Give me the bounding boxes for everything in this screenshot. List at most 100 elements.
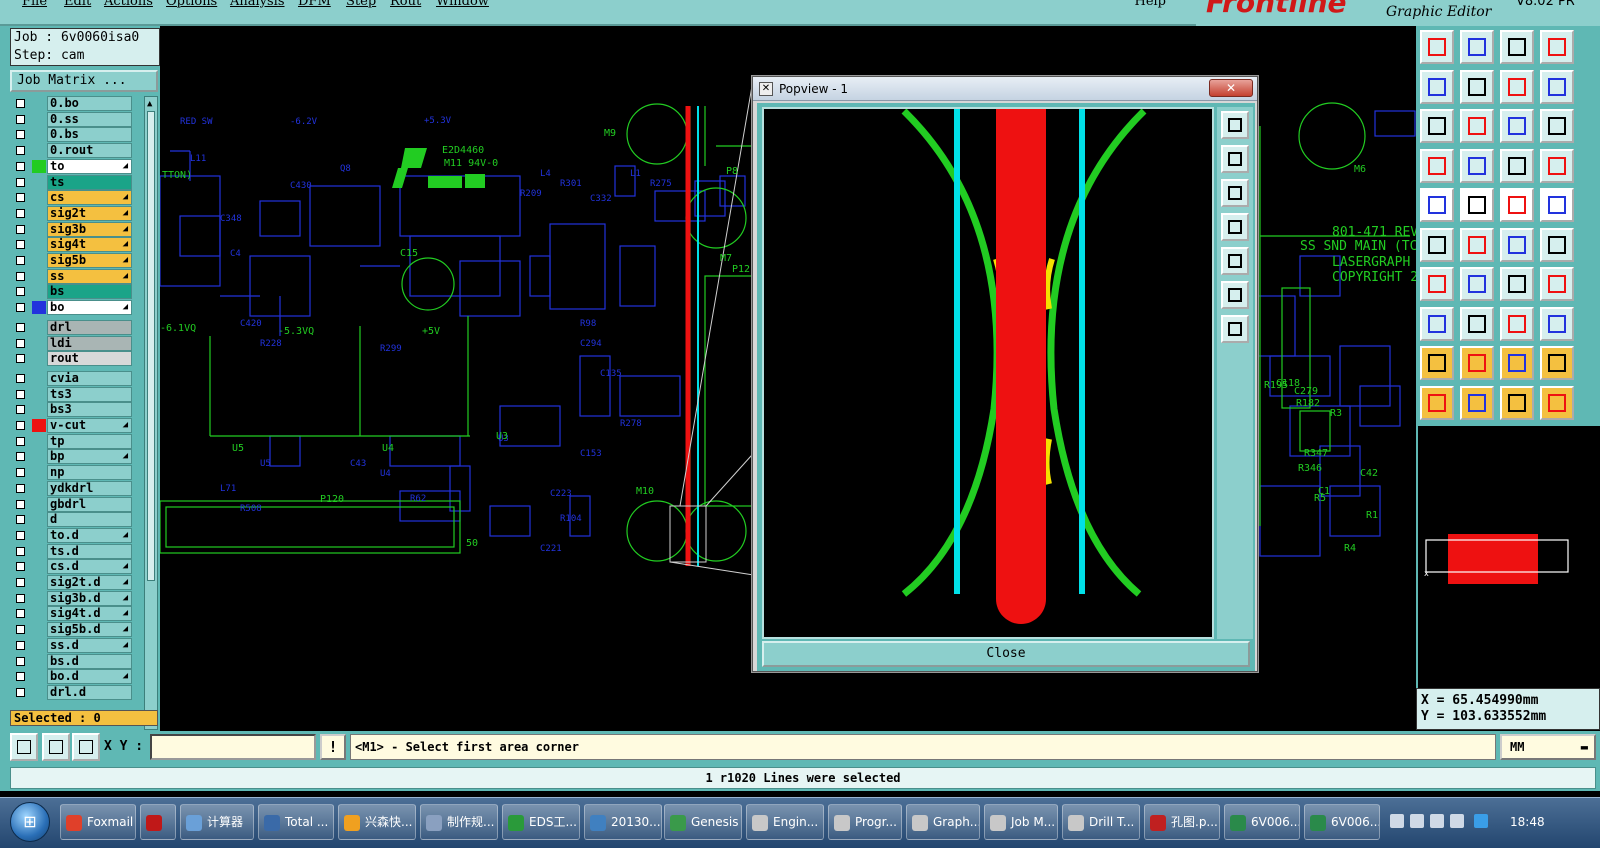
layer-affected-checkbox[interactable]: [16, 114, 25, 124]
layer-affected-checkbox[interactable]: [16, 546, 25, 556]
layer-affected-checkbox[interactable]: [16, 609, 25, 619]
draw-tool-button[interactable]: [1460, 267, 1494, 301]
popview-zoom-in-button[interactable]: [1221, 281, 1249, 309]
cut-tool-button[interactable]: [1460, 188, 1494, 222]
layer-affected-checkbox[interactable]: [16, 130, 25, 140]
layer-name[interactable]: 0.ss: [47, 111, 132, 127]
snap-tool-button[interactable]: [1500, 227, 1534, 262]
taskbar-button[interactable]: 20130...: [584, 804, 662, 840]
layer-list-scrollbar[interactable]: ▲ ▼: [144, 96, 158, 730]
prev-tool-button[interactable]: [1420, 69, 1454, 104]
text-a-red-tool-button[interactable]: [1500, 346, 1534, 380]
taskbar-clock[interactable]: 18:48: [1510, 804, 1545, 840]
fit-tool-button[interactable]: [1420, 109, 1454, 143]
layer-affected-checkbox[interactable]: [16, 672, 25, 682]
frontline-tool-button[interactable]: [1540, 267, 1574, 301]
taskbar-button[interactable]: [140, 804, 176, 840]
layer-row[interactable]: 0.bo: [10, 96, 132, 111]
arc-tool-button[interactable]: [1540, 227, 1574, 262]
volume-icon[interactable]: [1430, 814, 1444, 828]
layer-name[interactable]: ldi: [47, 335, 132, 351]
layer-name[interactable]: bs: [47, 284, 132, 300]
measure-tool-button[interactable]: [1500, 306, 1534, 341]
popview-pan-down-button[interactable]: [1221, 179, 1249, 207]
layer-row[interactable]: v-cut ◢: [10, 418, 132, 433]
layer-name[interactable]: 0.bs: [47, 127, 132, 143]
layer-row[interactable]: 0.bs: [10, 127, 132, 143]
layer-color-swatch[interactable]: [32, 159, 46, 173]
scroll-thumb[interactable]: [147, 111, 155, 581]
ruler-tool-button[interactable]: [1500, 188, 1534, 222]
pointer-tool-button[interactable]: [1420, 385, 1454, 420]
taskbar-button[interactable]: 兴森快...: [338, 804, 416, 840]
layer-name[interactable]: drl.d: [47, 684, 132, 700]
layer-row[interactable]: to ◢: [10, 158, 132, 174]
menu-options[interactable]: Options: [166, 0, 217, 9]
popview-close-icon[interactable]: ✕: [1209, 79, 1253, 97]
taskbar-button[interactable]: 制作规...: [420, 804, 498, 840]
line-tool-button[interactable]: [1460, 148, 1494, 183]
layer-name[interactable]: v-cut ◢: [47, 418, 132, 433]
layer-affected-checkbox[interactable]: [16, 468, 25, 478]
copy-tool-button[interactable]: [1540, 30, 1574, 64]
menu-window[interactable]: Window: [436, 0, 489, 9]
layer-name[interactable]: sig2t.d ◢: [47, 575, 132, 590]
layer-row[interactable]: ts.d: [10, 543, 132, 559]
split-tool-button[interactable]: [1540, 148, 1574, 183]
layer-name[interactable]: ts.d: [47, 543, 132, 559]
pointer-node-tool-button[interactable]: [1540, 385, 1574, 420]
layer-row[interactable]: d: [10, 512, 132, 528]
popview-titlebar[interactable]: ✕ Popview - 1 ✕: [753, 77, 1257, 101]
layer-affected-checkbox[interactable]: [16, 240, 25, 250]
layer-affected-checkbox[interactable]: [16, 421, 25, 430]
layer-name[interactable]: sig5b ◢: [47, 253, 132, 268]
layer-row[interactable]: bs3: [10, 402, 132, 418]
layer-name[interactable]: ss.d ◢: [47, 637, 132, 653]
layer-affected-checkbox[interactable]: [16, 338, 25, 348]
layer-name[interactable]: rout: [47, 351, 132, 367]
layer-affected-checkbox[interactable]: [16, 177, 25, 187]
layer-row[interactable]: cs ◢: [10, 190, 132, 206]
taskbar-button[interactable]: Progr...: [828, 804, 902, 840]
taskbar-button[interactable]: 6V006...: [1224, 804, 1300, 840]
overview-minimap[interactable]: x: [1416, 426, 1600, 688]
layer-row[interactable]: tp: [10, 433, 132, 449]
layer-affected-checkbox[interactable]: [16, 499, 25, 509]
triangle-tool-button[interactable]: [1420, 346, 1454, 380]
layer-name[interactable]: ss ◢: [47, 268, 132, 284]
layer-row[interactable]: sig4t.d ◢: [10, 606, 132, 622]
layer-row[interactable]: sig3b.d ◢: [10, 590, 132, 606]
layer-affected-checkbox[interactable]: [16, 161, 25, 171]
layer-row[interactable]: ldi: [10, 335, 132, 351]
layer-affected-checkbox[interactable]: [16, 483, 25, 493]
layer-affected-checkbox[interactable]: [16, 373, 25, 383]
menu-edit[interactable]: Edit: [64, 0, 91, 9]
layer-affected-checkbox[interactable]: [16, 687, 25, 697]
menu-analysis[interactable]: Analysis: [230, 0, 285, 9]
query-tool-button[interactable]: [1540, 109, 1574, 143]
taskbar-button[interactable]: EDS工...: [502, 804, 580, 840]
layer-name[interactable]: bs.d: [47, 653, 132, 669]
menu-actions[interactable]: Actions: [104, 0, 153, 9]
layer-row[interactable]: sig2t ◢: [10, 205, 132, 221]
layer-name[interactable]: drl: [47, 319, 132, 335]
pointer-select-tool-button[interactable]: [1460, 385, 1494, 420]
layer-row[interactable]: gbdrl: [10, 496, 132, 512]
layer-name[interactable]: bs3: [47, 402, 132, 418]
menu-dfm[interactable]: DFM: [298, 0, 331, 9]
measure-mode-button[interactable]: [42, 733, 70, 761]
taskbar-button[interactable]: Drill T...: [1062, 804, 1140, 840]
layer-color-swatch[interactable]: [32, 301, 46, 315]
popview-pan-up-button[interactable]: [1221, 145, 1249, 173]
layer-row[interactable]: drl: [10, 319, 132, 335]
layer-name[interactable]: sig3b ◢: [47, 221, 132, 237]
layer-color-swatch[interactable]: [32, 419, 46, 432]
taskbar-button[interactable]: Graph...: [906, 804, 980, 840]
layer-affected-checkbox[interactable]: [16, 99, 25, 108]
layer-row[interactable]: bo.d ◢: [10, 669, 132, 685]
layer-row[interactable]: sig5b.d ◢: [10, 622, 132, 638]
layer-affected-checkbox[interactable]: [16, 287, 25, 297]
menu-step[interactable]: Step: [346, 0, 376, 9]
layer-affected-checkbox[interactable]: [16, 640, 25, 650]
layer-affected-checkbox[interactable]: [16, 452, 25, 462]
